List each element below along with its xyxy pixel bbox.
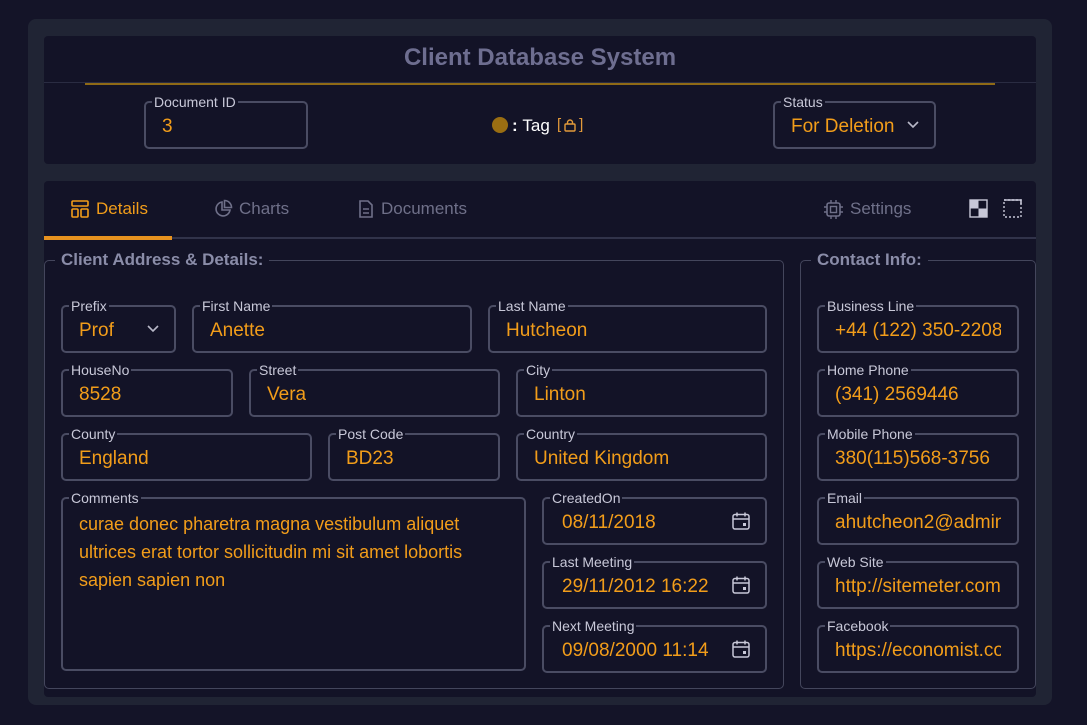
client-address-title: Client Address & Details: <box>55 250 270 270</box>
home-phone-value: (341) 2569446 <box>835 384 959 405</box>
title-accent-line <box>85 83 995 85</box>
first-name-value: Anette <box>210 320 265 341</box>
email-label: Email <box>825 490 865 506</box>
document-id-field[interactable]: Document ID 3 <box>144 94 308 149</box>
tag-lock-button[interactable]: [ ] <box>557 115 583 135</box>
tab-charts-label: Charts <box>239 199 290 218</box>
tab-details-label: Details <box>96 199 148 218</box>
last-name-label: Last Name <box>496 298 568 314</box>
status-label: Status <box>781 94 825 110</box>
calendar-icon[interactable] <box>731 511 751 531</box>
country-label: Country <box>524 426 578 442</box>
prefix-value: Prof <box>79 320 114 341</box>
calendar-icon[interactable] <box>731 639 751 659</box>
created-on-date-field[interactable]: CreatedOn 08/11/2018 <box>542 490 767 545</box>
last-meeting-datetime-field[interactable]: Last Meeting 29/11/2012 16:22 <box>542 554 767 609</box>
contact-info-title: Contact Info: <box>811 250 928 270</box>
calendar-icon[interactable] <box>731 575 751 595</box>
frame-toggle-icon[interactable] <box>1003 199 1022 218</box>
email-field[interactable]: Email ahutcheon2@admin.ch <box>817 490 1019 545</box>
prefix-label: Prefix <box>69 298 109 314</box>
theme-toggle-icon[interactable] <box>969 199 988 218</box>
business-line-field[interactable]: Business Line +44 (122) 350-2208 <box>817 298 1019 353</box>
status-value: For Deletion <box>791 116 895 137</box>
first-name-label: First Name <box>200 298 273 314</box>
tab-details[interactable]: Details <box>70 198 148 220</box>
country-value: United Kingdom <box>534 448 670 469</box>
city-label: City <box>524 362 553 378</box>
email-value: ahutcheon2@admin.ch <box>835 512 1001 533</box>
tab-settings-label: Settings <box>850 199 912 218</box>
street-value: Vera <box>267 384 307 405</box>
mobile-phone-field[interactable]: Mobile Phone 380(115)568-3756 <box>817 426 1019 481</box>
web-site-field[interactable]: Web Site http://sitemeter.com <box>817 554 1019 609</box>
house-no-label: HouseNo <box>69 362 132 378</box>
document-id-label: Document ID <box>152 94 238 110</box>
tabs-divider <box>44 237 1036 239</box>
post-code-label: Post Code <box>336 426 406 442</box>
tag-color-dot[interactable] <box>492 117 508 133</box>
city-field[interactable]: City Linton <box>516 362 767 417</box>
city-value: Linton <box>534 384 586 405</box>
last-name-value: Hutcheon <box>506 320 588 341</box>
last-meeting-label: Last Meeting <box>550 554 635 570</box>
created-on-label: CreatedOn <box>550 490 623 506</box>
lock-icon <box>564 119 576 132</box>
business-line-label: Business Line <box>825 298 917 314</box>
facebook-label: Facebook <box>825 618 891 634</box>
comments-label: Comments <box>69 490 141 506</box>
comments-textarea[interactable]: Comments curae donec pharetra magna vest… <box>61 490 526 671</box>
tab-charts[interactable]: Charts <box>213 198 289 220</box>
mobile-phone-value: 380(115)568-3756 <box>835 448 990 469</box>
tag-label: : Tag <box>512 116 550 135</box>
street-label: Street <box>257 362 299 378</box>
home-phone-field[interactable]: Home Phone (341) 2569446 <box>817 362 1019 417</box>
tab-settings[interactable]: Settings <box>823 198 911 220</box>
chevron-down-icon <box>147 325 159 333</box>
first-name-field[interactable]: First Name Anette <box>192 298 472 353</box>
document-icon <box>359 200 373 218</box>
house-no-field[interactable]: HouseNo 8528 <box>61 362 233 417</box>
county-value: England <box>79 448 149 469</box>
active-tab-indicator <box>44 236 172 240</box>
tab-documents-label: Documents <box>381 199 467 218</box>
country-field[interactable]: Country United Kingdom <box>516 426 767 481</box>
chevron-down-icon <box>907 121 919 129</box>
comments-value: curae donec pharetra magna vestibulum al… <box>79 514 463 590</box>
next-meeting-value: 09/08/2000 11:14 <box>562 640 709 661</box>
house-no-value: 8528 <box>79 384 122 405</box>
county-label: County <box>69 426 118 442</box>
facebook-field[interactable]: Facebook https://economist.com <box>817 618 1019 673</box>
next-meeting-label: Next Meeting <box>550 618 637 634</box>
post-code-value: BD23 <box>346 448 394 469</box>
pie-chart-icon <box>215 199 233 217</box>
status-select[interactable]: Status For Deletion <box>773 94 936 149</box>
next-meeting-datetime-field[interactable]: Next Meeting 09/08/2000 11:14 <box>542 618 767 673</box>
county-field[interactable]: County England <box>61 426 312 481</box>
web-site-label: Web Site <box>825 554 886 570</box>
last-meeting-value: 29/11/2012 16:22 <box>562 576 709 597</box>
cpu-settings-icon <box>824 199 843 219</box>
layout-icon <box>71 200 89 218</box>
created-on-value: 08/11/2018 <box>562 512 656 533</box>
street-field[interactable]: Street Vera <box>249 362 500 417</box>
prefix-select[interactable]: Prefix Prof <box>61 298 176 353</box>
document-id-value: 3 <box>162 116 173 137</box>
last-name-field[interactable]: Last Name Hutcheon <box>488 298 767 353</box>
home-phone-label: Home Phone <box>825 362 911 378</box>
mobile-phone-label: Mobile Phone <box>825 426 915 442</box>
web-site-value: http://sitemeter.com <box>835 576 1001 597</box>
business-line-value: +44 (122) 350-2208 <box>835 320 1001 341</box>
post-code-field[interactable]: Post Code BD23 <box>328 426 500 481</box>
facebook-value: https://economist.com <box>835 640 1001 661</box>
app-title: Client Database System <box>403 44 677 71</box>
tab-documents[interactable]: Documents <box>357 198 467 220</box>
